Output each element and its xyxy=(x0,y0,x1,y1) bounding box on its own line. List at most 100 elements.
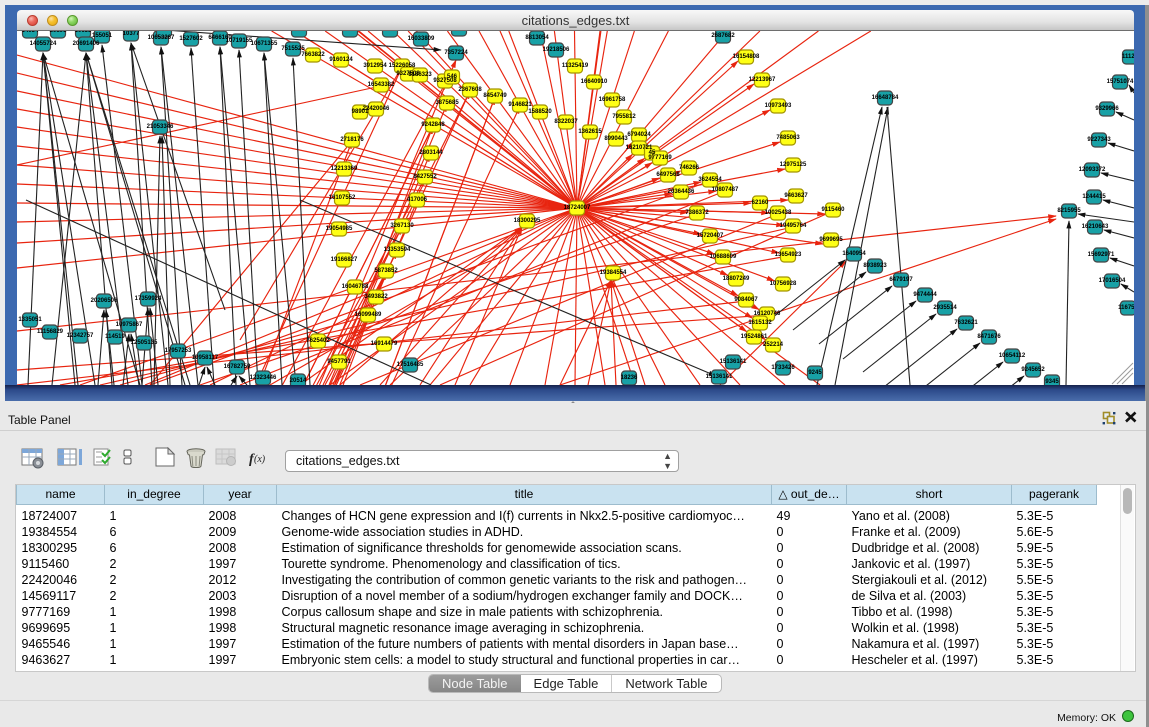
svg-text:20891: 20891 xyxy=(50,31,67,34)
svg-text:6794024: 6794024 xyxy=(627,132,651,138)
svg-text:9146821: 9146821 xyxy=(508,102,532,108)
svg-text:15692971: 15692971 xyxy=(1088,252,1115,258)
svg-text:10654112: 10654112 xyxy=(999,353,1026,359)
svg-text:1640954: 1640954 xyxy=(842,251,866,257)
svg-text:13654923: 13654923 xyxy=(775,252,802,258)
svg-text:12342757: 12342757 xyxy=(67,333,94,339)
svg-text:1527602: 1527602 xyxy=(179,36,203,42)
svg-text:7386372: 7386372 xyxy=(685,210,709,216)
svg-text:3267130: 3267130 xyxy=(390,223,414,229)
svg-text:14034: 14034 xyxy=(22,31,39,34)
svg-text:10975867: 10975867 xyxy=(116,322,143,328)
svg-text:10671355: 10671355 xyxy=(251,41,278,47)
svg-text:114519: 114519 xyxy=(105,334,125,340)
svg-text:9160124: 9160124 xyxy=(329,57,353,63)
svg-text:6497568: 6497568 xyxy=(656,172,680,178)
svg-text:16543382: 16543382 xyxy=(368,82,395,88)
svg-text:10807487: 10807487 xyxy=(712,187,739,193)
svg-text:16120746: 16120746 xyxy=(754,311,781,317)
svg-text:16033809: 16033809 xyxy=(408,36,435,42)
svg-text:18807249: 18807249 xyxy=(723,276,750,282)
svg-text:8471676: 8471676 xyxy=(977,334,1001,340)
svg-text:19166827: 19166827 xyxy=(331,257,358,263)
svg-text:3875685: 3875685 xyxy=(435,100,459,106)
svg-text:20514: 20514 xyxy=(290,378,307,384)
svg-text:10653: 10653 xyxy=(75,31,92,34)
svg-text:2687682: 2687682 xyxy=(711,33,735,39)
svg-text:15226058: 15226058 xyxy=(389,63,416,69)
svg-text:16782759: 16782759 xyxy=(224,364,251,370)
svg-text:9245652: 9245652 xyxy=(1021,367,1045,373)
svg-text:19384554: 19384554 xyxy=(600,270,627,276)
svg-text:1244415: 1244415 xyxy=(1082,194,1106,200)
svg-text:11156829: 11156829 xyxy=(37,329,64,335)
svg-text:(x): (x) xyxy=(254,454,266,465)
svg-text:18236: 18236 xyxy=(621,375,638,381)
svg-text:16961758: 16961758 xyxy=(599,97,626,103)
svg-text:9329966: 9329966 xyxy=(1095,106,1119,112)
svg-text:116753: 116753 xyxy=(1118,305,1134,311)
svg-text:8322037: 8322037 xyxy=(554,119,578,125)
svg-text:252214: 252214 xyxy=(763,342,784,348)
svg-text:9155: 9155 xyxy=(157,31,171,33)
svg-text:746266: 746266 xyxy=(679,165,700,171)
svg-text:9345: 9345 xyxy=(1045,379,1059,385)
svg-text:2935514: 2935514 xyxy=(933,305,957,311)
svg-text:8215955: 8215955 xyxy=(1057,208,1081,214)
svg-text:1362615: 1362615 xyxy=(578,129,602,135)
svg-text:98901: 98901 xyxy=(352,109,369,115)
svg-text:9245: 9245 xyxy=(808,370,822,376)
svg-text:21466: 21466 xyxy=(291,31,308,33)
svg-text:15136141: 15136141 xyxy=(720,359,747,365)
svg-text:10025438: 10025438 xyxy=(765,210,792,216)
svg-text:17957253: 17957253 xyxy=(165,348,192,354)
svg-text:10973493: 10973493 xyxy=(765,103,792,109)
svg-text:18724007: 18724007 xyxy=(564,205,591,211)
svg-text:9457791: 9457791 xyxy=(327,359,351,365)
svg-text:15136141: 15136141 xyxy=(706,374,733,380)
svg-text:10719155: 10719155 xyxy=(226,38,253,44)
svg-text:20364436: 20364436 xyxy=(668,189,695,195)
svg-text:12505135: 12505135 xyxy=(131,340,158,346)
svg-text:1588520: 1588520 xyxy=(528,109,552,115)
svg-text:9115460: 9115460 xyxy=(821,207,845,213)
svg-text:15751074: 15751074 xyxy=(1107,79,1134,85)
svg-text:17016504: 17016504 xyxy=(1099,278,1126,284)
svg-text:7955812: 7955812 xyxy=(612,114,636,120)
svg-text:8813054: 8813054 xyxy=(525,35,549,41)
svg-text:16107552: 16107552 xyxy=(329,195,356,201)
svg-text:20691406: 20691406 xyxy=(73,41,100,47)
svg-text:7663822: 7663822 xyxy=(301,52,325,58)
svg-text:16914479: 16914479 xyxy=(371,341,398,347)
svg-text:8813: 8813 xyxy=(383,31,397,33)
svg-text:21053346: 21053346 xyxy=(147,124,174,130)
svg-text:19495764: 19495764 xyxy=(780,223,807,229)
svg-text:7625402: 7625402 xyxy=(306,338,330,344)
svg-text:20206506: 20206506 xyxy=(91,298,118,304)
svg-text:9777169: 9777169 xyxy=(648,155,672,161)
svg-text:12213967: 12213967 xyxy=(749,77,776,83)
svg-text:155051: 155051 xyxy=(92,33,113,39)
svg-text:6479197: 6479197 xyxy=(889,277,913,283)
svg-text:13353594: 13353594 xyxy=(384,247,411,253)
svg-text:9699695: 9699695 xyxy=(819,237,843,243)
svg-text:19031: 19031 xyxy=(451,31,468,32)
svg-text:14055724: 14055724 xyxy=(30,41,57,47)
svg-text:19218506: 19218506 xyxy=(543,47,570,53)
svg-text:12093372: 12093372 xyxy=(1079,167,1106,173)
svg-text:7485063: 7485063 xyxy=(776,135,800,141)
svg-text:17359924: 17359924 xyxy=(135,296,162,302)
svg-text:12213369: 12213369 xyxy=(331,166,358,172)
svg-text:16640910: 16640910 xyxy=(581,79,608,85)
svg-text:8938923: 8938923 xyxy=(863,263,887,269)
svg-text:3912954: 3912954 xyxy=(363,63,387,69)
svg-text:19524861: 19524861 xyxy=(741,334,768,340)
svg-text:3493822: 3493822 xyxy=(364,294,388,300)
svg-text:8990443: 8990443 xyxy=(604,136,628,142)
svg-text:2367608: 2367608 xyxy=(458,87,482,93)
svg-text:10756928: 10756928 xyxy=(770,281,797,287)
svg-text:16210643: 16210643 xyxy=(1082,224,1109,230)
svg-text:10958117: 10958117 xyxy=(192,355,219,361)
svg-text:19054985: 19054985 xyxy=(326,226,353,232)
svg-text:546: 546 xyxy=(447,74,458,80)
